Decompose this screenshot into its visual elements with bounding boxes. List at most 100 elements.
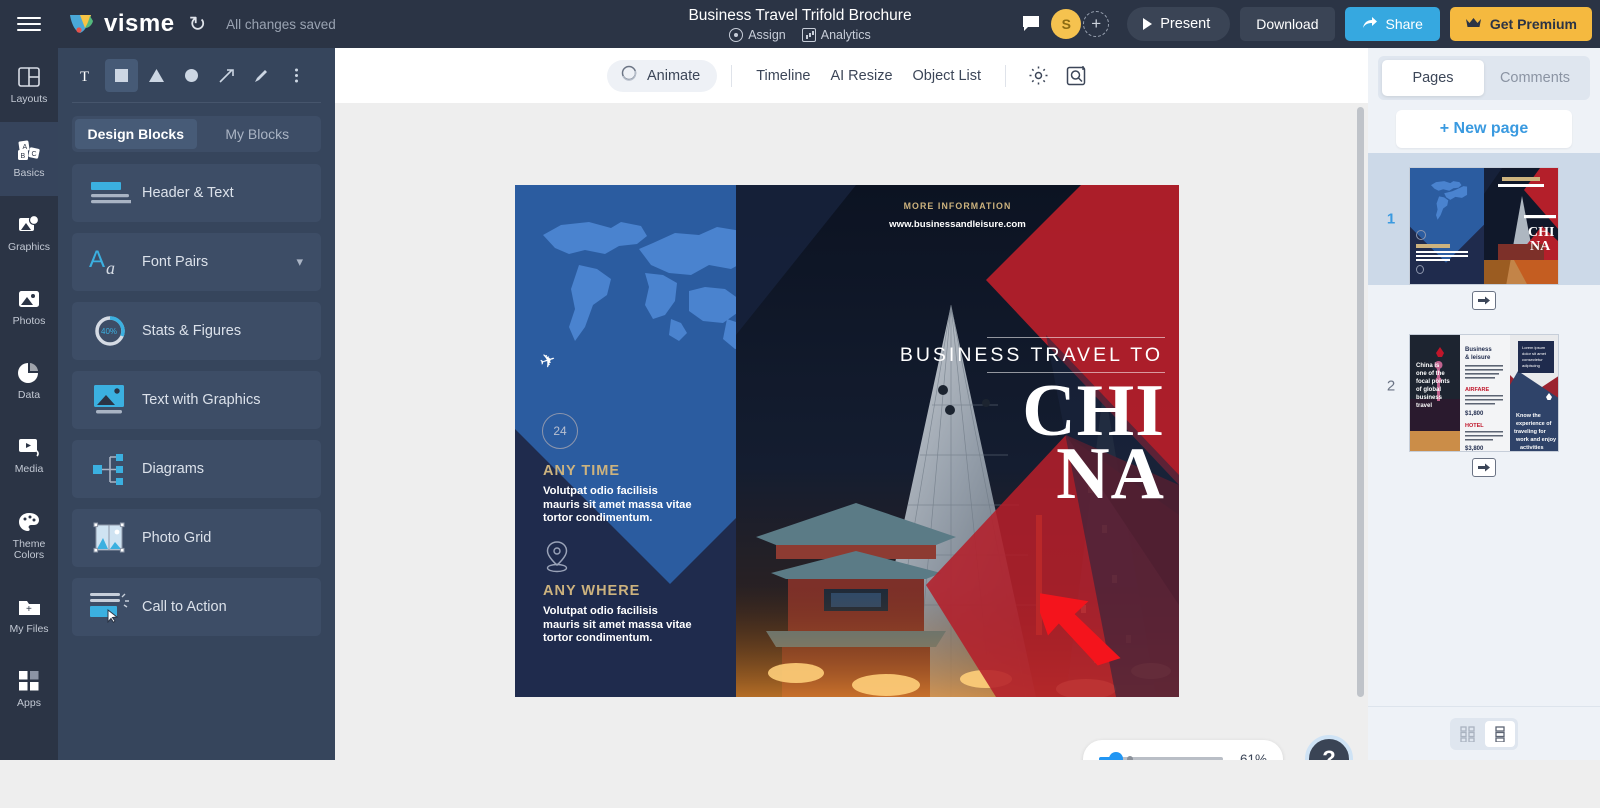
svg-text:activities: activities — [1520, 445, 1544, 451]
annotation-arrow-icon — [1040, 592, 1121, 666]
brochure-left-panel[interactable]: ✈ 24 ANY TIME Volutpat odio facilisis ma… — [515, 185, 736, 697]
canvas-viewport[interactable]: ✈ 24 ANY TIME Volutpat odio facilisis ma… — [335, 103, 1368, 760]
svg-text:$1,800: $1,800 — [1465, 411, 1484, 417]
sidebar-item-my-files[interactable]: + My Files — [0, 578, 58, 652]
rectangle-tool[interactable] — [105, 59, 138, 92]
avatar[interactable]: S — [1051, 9, 1082, 39]
canvas-area: Animate Timeline AI Resize Object List ✈… — [335, 48, 1368, 760]
svg-text:HOTEL: HOTEL — [1465, 423, 1484, 429]
sidebar-item-layouts[interactable]: Layouts — [0, 48, 58, 122]
timeline-button[interactable]: Timeline — [756, 68, 810, 84]
feature-1-title: ANY TIME — [543, 463, 621, 479]
sidebar-item-label: Graphics — [7, 241, 50, 253]
page-thumbnail-row[interactable]: 2 China is one of the focal points of globa… — [1368, 320, 1600, 452]
animate-icon — [620, 64, 639, 88]
add-collaborator-button[interactable]: + — [1083, 11, 1110, 37]
pen-tool[interactable] — [245, 59, 278, 92]
shape-toolbar: T — [58, 48, 335, 92]
object-list-button[interactable]: Object List — [913, 68, 982, 84]
blocks-tabs: Design Blocks My Blocks — [72, 116, 321, 152]
ai-resize-button[interactable]: AI Resize — [830, 68, 892, 84]
website-url: www.businessandleisure.com — [889, 219, 1026, 230]
sidebar-item-label: Basics — [13, 167, 45, 179]
tab-pages[interactable]: Pages — [1382, 60, 1484, 96]
sidebar-item-label: Theme Colors — [12, 537, 46, 561]
more-tools-button[interactable] — [280, 59, 313, 92]
preview-search-icon[interactable] — [1066, 65, 1088, 87]
svg-text:A: A — [89, 247, 105, 273]
text-tool[interactable]: T — [70, 59, 103, 92]
zoom-slider-default-marker[interactable] — [1127, 756, 1133, 760]
svg-text:NA: NA — [1530, 239, 1551, 254]
zoom-slider-knob[interactable] — [1109, 752, 1123, 760]
sidebar-item-basics[interactable]: A B C Basics — [0, 122, 58, 196]
svg-text:focal points: focal points — [1416, 379, 1450, 385]
block-label: Font Pairs — [142, 254, 209, 270]
toolbar-divider-2 — [1005, 64, 1007, 87]
analytics-label: Analytics — [820, 28, 871, 42]
analytics-button[interactable]: Analytics — [801, 28, 871, 42]
get-premium-button[interactable]: Get Premium — [1449, 7, 1592, 41]
page-thumbnail-row[interactable]: 1 CHI NA — [1368, 153, 1600, 285]
sidebar-item-photos[interactable]: Photos — [0, 270, 58, 344]
block-text-with-graphics[interactable]: Text with Graphics — [72, 371, 321, 429]
svg-text:adipiscing: adipiscing — [1522, 363, 1540, 368]
triangle-tool[interactable] — [140, 59, 173, 92]
page-thumbnail[interactable]: CHI NA — [1409, 167, 1559, 285]
page-thumbnail[interactable]: China is one of the focal points of global b… — [1409, 334, 1559, 452]
download-button[interactable]: Download — [1240, 7, 1335, 41]
sidebar-item-graphics[interactable]: Graphics — [0, 196, 58, 270]
analytics-icon — [801, 28, 816, 42]
chevron-down-icon[interactable]: ▾ — [296, 254, 303, 270]
block-photo-grid[interactable]: Photo Grid — [72, 509, 321, 567]
block-header-and-text[interactable]: Header & Text — [72, 164, 321, 222]
gear-icon[interactable] — [1028, 65, 1050, 87]
svg-text:experience of: experience of — [1516, 421, 1552, 427]
grid-view-icon[interactable] — [1453, 721, 1483, 747]
assign-label: Assign — [748, 28, 786, 42]
page-title[interactable]: Business Travel Trifold Brochure — [688, 6, 911, 26]
block-font-pairs[interactable]: Aa Font Pairs ▾ — [72, 233, 321, 291]
help-button[interactable]: ? — [1305, 735, 1353, 760]
comment-icon[interactable] — [1021, 15, 1041, 33]
assign-button[interactable]: Assign — [729, 28, 786, 42]
block-call-to-action[interactable]: Call to Action — [72, 578, 321, 636]
thumb-map — [1430, 181, 1468, 220]
sidebar-item-label: Layouts — [10, 93, 48, 105]
line-arrow-tool[interactable] — [210, 59, 243, 92]
add-page-icon[interactable] — [1472, 458, 1496, 477]
media-icon — [17, 435, 41, 459]
circle-tool[interactable] — [175, 59, 208, 92]
design-blocks-list: Header & Text Aa Font Pairs ▾ 40% Stats … — [72, 164, 321, 636]
svg-text:Know the: Know the — [1516, 413, 1541, 419]
animate-button[interactable]: Animate — [606, 59, 718, 92]
svg-text:China is: China is — [1416, 363, 1440, 369]
block-label: Stats & Figures — [142, 323, 242, 339]
sidebar-item-media[interactable]: Media — [0, 418, 58, 492]
new-page-button[interactable]: + New page — [1396, 110, 1572, 148]
block-diagrams[interactable]: Diagrams — [72, 440, 321, 498]
header-text-icon — [88, 180, 132, 206]
sidebar-item-data[interactable]: Data — [0, 344, 58, 418]
add-page-icon[interactable] — [1472, 291, 1496, 310]
block-label: Diagrams — [142, 461, 205, 477]
get-premium-label: Get Premium — [1489, 16, 1577, 32]
tab-comments[interactable]: Comments — [1484, 60, 1586, 96]
share-button[interactable]: Share — [1344, 7, 1440, 41]
block-stats-and-figures[interactable]: 40% Stats & Figures — [72, 302, 321, 360]
svg-text:traveling for: traveling for — [1514, 429, 1547, 435]
tab-my-blocks[interactable]: My Blocks — [197, 119, 319, 149]
canvas-scrollbar[interactable] — [1357, 107, 1364, 697]
sidebar-item-apps[interactable]: Apps — [0, 652, 58, 726]
svg-text:CHI: CHI — [1528, 225, 1554, 240]
list-view-icon[interactable] — [1485, 720, 1515, 747]
sidebar-item-theme-colors[interactable]: Theme Colors — [0, 492, 58, 578]
hamburger-icon[interactable] — [0, 0, 58, 48]
zoom-control[interactable]: 61% — [1083, 740, 1283, 760]
undo-icon[interactable]: ↻ — [189, 12, 207, 37]
brochure-kicker: BUSINESS TRAVEL TO — [899, 344, 1163, 366]
tab-design-blocks[interactable]: Design Blocks — [75, 119, 197, 149]
present-button[interactable]: Present — [1127, 7, 1231, 41]
sidebar-item-label: Apps — [17, 697, 41, 709]
top-bar-actions: S + Present Download Share Get Premium — [1021, 0, 1592, 48]
